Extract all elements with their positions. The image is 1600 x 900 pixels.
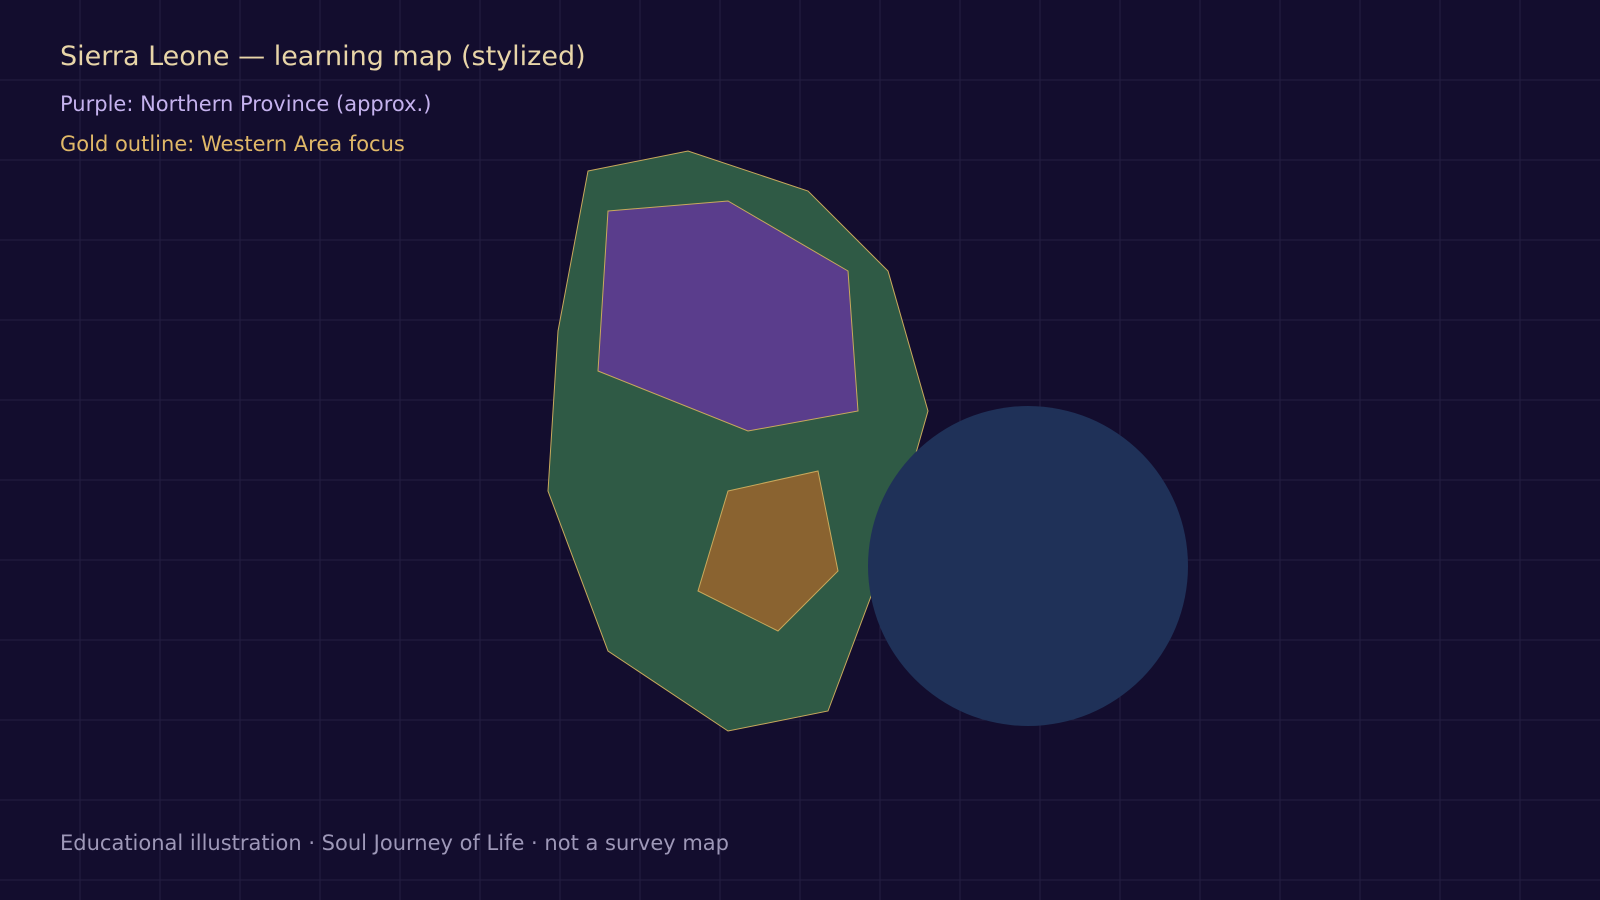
ocean-circle: [868, 406, 1188, 726]
map-canvas: Sierra Leone — learning map (stylized) P…: [0, 0, 1600, 900]
legend-northern-province: Purple: Northern Province (approx.): [60, 92, 431, 116]
legend-western-area: Gold outline: Western Area focus: [60, 132, 405, 156]
map-footer: Educational illustration · Soul Journey …: [60, 831, 729, 855]
map-title: Sierra Leone — learning map (stylized): [60, 41, 586, 72]
